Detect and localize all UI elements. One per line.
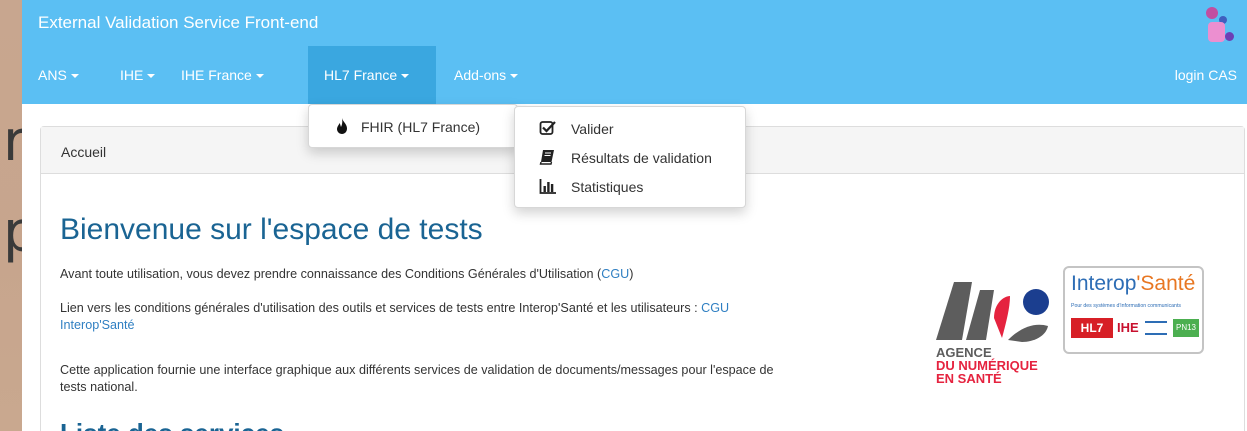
menu-item-label: Résultats de validation (571, 150, 712, 166)
check-square-icon (539, 121, 556, 135)
nav-item-hl7-france[interactable]: HL7 France (308, 46, 436, 104)
nav-item-label: Add-ons (454, 67, 507, 83)
menu-item-fhir[interactable]: FHIR (HL7 France) (333, 113, 513, 141)
brand-logo-icon[interactable] (1205, 6, 1237, 44)
cgu-paragraph: Avant toute utilisation, vous devez pren… (60, 266, 633, 283)
description-line-1: Cette application fournie une interface … (60, 363, 774, 377)
nav-item-label: ANS (38, 67, 67, 83)
interop-logo-tagline: Pour des systèmes d'information communic… (1071, 303, 1181, 309)
description-line-2: tests national. (60, 380, 138, 394)
fire-icon (337, 118, 347, 134)
login-cas-link[interactable]: login CAS (1175, 46, 1237, 104)
nav-item-ihe[interactable]: IHE (120, 46, 156, 104)
caret-down-icon (255, 74, 264, 79)
breadcrumb-accueil: Accueil (61, 144, 107, 160)
ans-logo-line-3: EN SANTÉ (936, 371, 1002, 386)
main-navbar: ANS IHE IHE France HL7 France Add-ons lo… (22, 46, 1247, 104)
menu-item-label: Statistiques (571, 179, 644, 195)
interop-sante-logo: Interop'Santé Pour des systèmes d'inform… (1063, 266, 1204, 354)
menu-item-statistiques[interactable]: Statistiques (539, 173, 739, 201)
sante-logo-name: Santé (1140, 272, 1196, 295)
cgu-text-end: ) (629, 267, 634, 281)
nav-item-ans[interactable]: ANS (38, 46, 79, 104)
book-icon (539, 150, 554, 165)
services-section-title: Liste des services (60, 418, 284, 431)
caret-down-icon (510, 74, 519, 79)
ihe-france-mark-icon (1145, 321, 1167, 335)
cgu-text: Avant toute utilisation, vous devez pren… (60, 267, 602, 281)
app-title[interactable]: External Validation Service Front-end (38, 13, 318, 33)
app-description: Cette application fournie une interface … (60, 362, 940, 396)
nav-item-label: IHE (120, 67, 144, 83)
fhir-submenu: Valider Résultats de validation Statisti… (514, 106, 746, 208)
nav-item-add-ons[interactable]: Add-ons (454, 46, 519, 104)
nav-item-label: IHE France (181, 67, 252, 83)
interop-logo-name: Interop (1071, 272, 1137, 295)
background-window-strip: r p (0, 0, 39, 431)
menu-item-valider[interactable]: Valider (539, 115, 739, 143)
interop-cgu-paragraph: Lien vers les conditions générales d'uti… (60, 300, 900, 334)
menu-item-resultats[interactable]: Résultats de validation (539, 144, 739, 172)
cgu-link[interactable]: CGU (601, 267, 629, 281)
ans-logo-mark-icon (936, 282, 1049, 342)
page-title: Bienvenue sur l'espace de tests (60, 213, 483, 246)
interop-cgu-link-continued[interactable]: Interop'Santé (60, 318, 135, 332)
bar-chart-icon (539, 179, 556, 194)
caret-down-icon (70, 74, 79, 79)
ihe-badge: IHE (1117, 320, 1139, 335)
interop-cgu-link[interactable]: CGU (701, 301, 729, 315)
caret-down-icon (147, 74, 156, 79)
hl7-france-dropdown: FHIR (HL7 France) (308, 104, 518, 148)
menu-item-label: Valider (571, 121, 614, 137)
pn13-badge: PN13 (1173, 319, 1199, 337)
hl7-badge: HL7 (1071, 318, 1113, 338)
app-window: External Validation Service Front-end AN… (22, 0, 1247, 431)
menu-item-label: FHIR (HL7 France) (361, 119, 481, 135)
interop-logo-wordmark: Interop'Santé (1071, 272, 1196, 295)
nav-item-ihe-france[interactable]: IHE France (181, 46, 264, 104)
interop-cgu-text: Lien vers les conditions générales d'uti… (60, 301, 702, 315)
ans-logo: AGENCE DU NUMÉRIQUE EN SANTÉ (936, 278, 1054, 390)
caret-down-icon (401, 74, 410, 79)
nav-item-label: HL7 France (324, 67, 398, 83)
title-bar: External Validation Service Front-end (22, 0, 1247, 46)
